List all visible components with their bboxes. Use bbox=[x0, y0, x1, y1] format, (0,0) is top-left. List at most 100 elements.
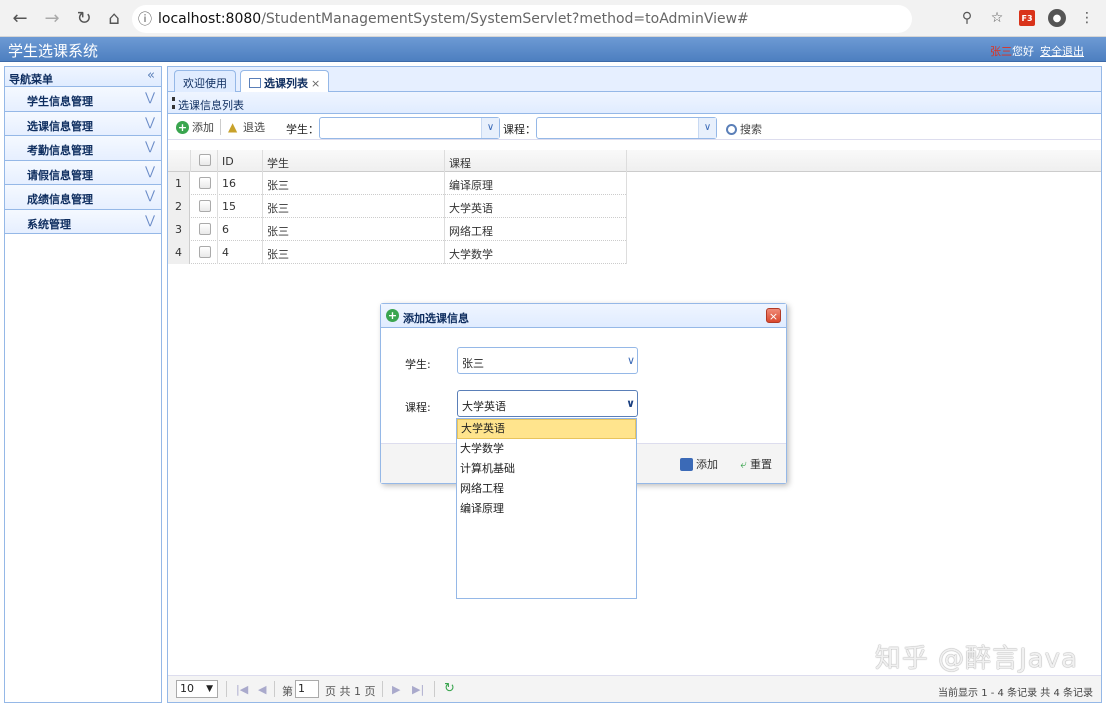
table-row[interactable]: 2 15 张三 大学英语 bbox=[168, 195, 627, 218]
dropdown-option[interactable]: 编译原理 bbox=[457, 499, 636, 519]
sidebar-item-leave[interactable]: 请假信息管理 ⋁ bbox=[5, 160, 161, 185]
chevron-down-icon[interactable]: ∨ bbox=[481, 118, 499, 138]
sidebar-item-label: 考勤信息管理 bbox=[27, 144, 93, 157]
chevron-down-icon[interactable]: ∨ bbox=[626, 397, 635, 410]
book-icon bbox=[249, 78, 261, 88]
save-icon bbox=[680, 457, 693, 471]
row-number: 4 bbox=[168, 241, 190, 264]
expand-icon[interactable]: ⋁ bbox=[145, 90, 155, 104]
tab-course-list[interactable]: 选课列表 × bbox=[240, 70, 330, 93]
expand-icon[interactable]: ⋁ bbox=[145, 115, 155, 129]
withdraw-label: 退选 bbox=[243, 121, 265, 134]
row-checkbox[interactable] bbox=[199, 223, 211, 235]
expand-icon[interactable]: ⋁ bbox=[145, 188, 155, 202]
student-field-label: 学生: bbox=[405, 358, 431, 371]
table-row[interactable]: 1 16 张三 编译原理 bbox=[168, 172, 627, 195]
page-number-input[interactable]: 1 bbox=[295, 680, 319, 698]
dropdown-option[interactable]: 计算机基础 bbox=[457, 459, 636, 479]
url-text: localhost:8080/StudentManagementSystem/S… bbox=[158, 11, 749, 27]
search-button[interactable]: 搜索 bbox=[726, 121, 762, 137]
menu-icon[interactable]: ⋮ bbox=[1074, 5, 1100, 31]
page-prefix: 第 bbox=[282, 685, 293, 698]
browser-actions: ⚲ ☆ F3 ● ⋮ bbox=[954, 5, 1100, 31]
cell-course: 大学英语 bbox=[449, 202, 493, 215]
add-button[interactable]: + 添加 bbox=[176, 119, 214, 135]
collapse-left-icon[interactable]: « bbox=[147, 68, 155, 83]
prev-page-icon[interactable]: ◀ bbox=[258, 683, 266, 696]
refresh-icon[interactable]: ↻ bbox=[444, 681, 455, 696]
sidebar-item-student-info[interactable]: 学生信息管理 ⋁ bbox=[5, 87, 161, 112]
sidebar-item-course-selection[interactable]: 选课信息管理 ⋁ bbox=[5, 111, 161, 136]
next-page-icon[interactable]: ▶ bbox=[392, 683, 400, 696]
col-header-student[interactable]: 学生 bbox=[267, 155, 289, 171]
pager-info: 当前显示 1 - 4 条记录 共 4 条记录 bbox=[938, 688, 1093, 699]
sidebar-item-attendance[interactable]: 考勤信息管理 ⋁ bbox=[5, 136, 161, 161]
table-row[interactable]: 3 6 张三 网络工程 bbox=[168, 218, 627, 241]
chevron-down-icon[interactable]: ∨ bbox=[698, 118, 716, 138]
row-checkbox[interactable] bbox=[199, 246, 211, 258]
star-icon[interactable]: ☆ bbox=[984, 5, 1010, 31]
page-size-select[interactable]: 10 ▼ bbox=[176, 680, 218, 698]
tab-welcome[interactable]: 欢迎使用 bbox=[174, 70, 236, 92]
student-select[interactable]: 张三 ∨ bbox=[457, 347, 638, 374]
reload-icon[interactable]: ↻ bbox=[70, 4, 98, 32]
expand-icon[interactable]: ⋁ bbox=[145, 139, 155, 153]
back-icon[interactable]: ← bbox=[6, 4, 34, 32]
cell-id: 4 bbox=[222, 246, 229, 259]
app-header: 学生选课系统 张三您好 安全退出 bbox=[0, 37, 1106, 62]
dialog-reset-button[interactable]: ⤶ 重置 bbox=[740, 456, 772, 472]
cell-course: 编译原理 bbox=[449, 179, 493, 192]
dialog-header: + 添加选课信息 × bbox=[381, 304, 786, 328]
col-header-id[interactable]: ID bbox=[222, 155, 234, 168]
row-checkbox[interactable] bbox=[199, 177, 211, 189]
course-filter-select[interactable]: ∨ bbox=[536, 117, 717, 139]
address-bar[interactable]: ⓘ localhost:8080/StudentManagementSystem… bbox=[132, 5, 912, 33]
dialog-add-button[interactable]: 添加 bbox=[680, 456, 718, 472]
forward-icon[interactable]: → bbox=[38, 4, 66, 32]
key-icon[interactable]: ⚲ bbox=[954, 5, 980, 31]
url-host: localhost:8080 bbox=[158, 11, 262, 27]
caret-down-icon: ▼ bbox=[206, 684, 213, 694]
dropdown-option[interactable]: 大学数学 bbox=[457, 439, 636, 459]
cell-id: 16 bbox=[222, 177, 236, 190]
nav-header: 导航菜单 « bbox=[5, 67, 161, 87]
close-icon[interactable]: × bbox=[766, 308, 781, 323]
withdraw-button[interactable]: ▲ 退选 bbox=[228, 119, 265, 135]
toolbar-divider bbox=[220, 119, 221, 135]
chevron-down-icon[interactable]: ∨ bbox=[627, 354, 635, 367]
cell-student: 张三 bbox=[267, 225, 289, 238]
nav-title: 导航菜单 bbox=[9, 73, 53, 86]
cell-course: 网络工程 bbox=[449, 225, 493, 238]
panel-title: 选课信息列表 bbox=[178, 99, 244, 112]
extension-label: F3 bbox=[1019, 10, 1035, 26]
sidebar-item-grades[interactable]: 成绩信息管理 ⋁ bbox=[5, 185, 161, 210]
dropdown-option[interactable]: 大学英语 bbox=[457, 419, 636, 439]
dropdown-option[interactable]: 网络工程 bbox=[457, 479, 636, 499]
expand-icon[interactable]: ⋁ bbox=[145, 164, 155, 178]
course-field-label: 课程: bbox=[405, 401, 431, 414]
col-header-course[interactable]: 课程 bbox=[449, 155, 471, 171]
course-select[interactable]: 大学英语 ∨ bbox=[457, 390, 638, 417]
course-select-value: 大学英语 bbox=[462, 400, 506, 413]
select-all-checkbox[interactable] bbox=[199, 154, 211, 166]
last-page-icon[interactable]: ▶| bbox=[412, 683, 424, 696]
table-row[interactable]: 4 4 张三 大学数学 bbox=[168, 241, 627, 264]
sidebar-item-label: 系统管理 bbox=[27, 217, 71, 231]
panel-title-bar: 选课信息列表 bbox=[168, 92, 1101, 114]
home-icon[interactable]: ⌂ bbox=[100, 4, 128, 32]
course-filter-label: 课程： bbox=[503, 123, 536, 136]
first-page-icon[interactable]: |◀ bbox=[236, 683, 248, 696]
sidebar-item-label: 学生信息管理 bbox=[27, 95, 93, 108]
tab-close-icon[interactable]: × bbox=[311, 77, 320, 90]
cell-course: 大学数学 bbox=[449, 248, 493, 261]
sidebar-item-system[interactable]: 系统管理 ⋁ bbox=[5, 209, 161, 234]
account-icon[interactable]: ● bbox=[1044, 5, 1070, 31]
page-size-value: 10 bbox=[180, 682, 194, 695]
student-filter-select[interactable]: ∨ bbox=[319, 117, 500, 139]
logout-link[interactable]: 安全退出 bbox=[1040, 43, 1084, 59]
grid-header: ID 学生 课程 bbox=[168, 150, 1101, 172]
row-checkbox[interactable] bbox=[199, 200, 211, 212]
expand-icon[interactable]: ⋁ bbox=[145, 213, 155, 227]
info-icon[interactable]: ⓘ bbox=[132, 9, 158, 29]
extension-icon[interactable]: F3 bbox=[1014, 5, 1040, 31]
